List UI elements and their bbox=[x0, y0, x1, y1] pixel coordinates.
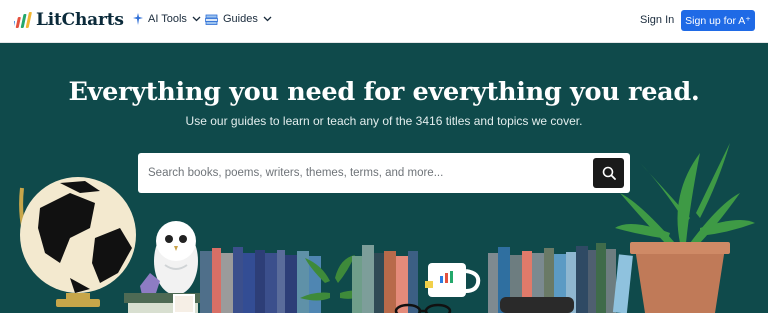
chevron-down-icon bbox=[263, 16, 272, 22]
top-nav-bar: LitCharts AI Tools Guides Sign In Sign u… bbox=[0, 0, 768, 43]
mug-illustration bbox=[425, 263, 481, 297]
search-icon bbox=[602, 166, 616, 180]
nav-guides[interactable]: Guides bbox=[205, 13, 272, 25]
sign-up-button[interactable]: Sign up for A⁺ bbox=[681, 10, 755, 31]
sparkle-icon bbox=[133, 13, 143, 25]
nav-ai-tools[interactable]: AI Tools bbox=[133, 13, 201, 25]
globe-illustration bbox=[19, 177, 136, 307]
brand-name: LitCharts bbox=[36, 10, 124, 30]
speaker-illustration bbox=[500, 297, 574, 313]
litcharts-logo[interactable]: LitCharts bbox=[14, 10, 124, 30]
hero-section: Everything you need for everything you r… bbox=[0, 43, 768, 313]
search-button[interactable] bbox=[593, 158, 624, 188]
potted-plant-large bbox=[615, 143, 755, 313]
search-bar bbox=[138, 153, 630, 193]
sign-in-link[interactable]: Sign In bbox=[640, 14, 674, 26]
nav-guides-label: Guides bbox=[223, 13, 258, 25]
nav-ai-tools-label: AI Tools bbox=[148, 13, 187, 25]
hero-subtitle: Use our guides to learn or teach any of … bbox=[185, 114, 583, 128]
book-stack-icon bbox=[205, 14, 218, 25]
hero-title: Everything you need for everything you r… bbox=[68, 77, 700, 107]
chevron-down-icon bbox=[192, 16, 201, 22]
search-input[interactable] bbox=[148, 163, 588, 183]
owl-figurine bbox=[154, 221, 198, 295]
logo-bars-icon bbox=[14, 12, 32, 28]
